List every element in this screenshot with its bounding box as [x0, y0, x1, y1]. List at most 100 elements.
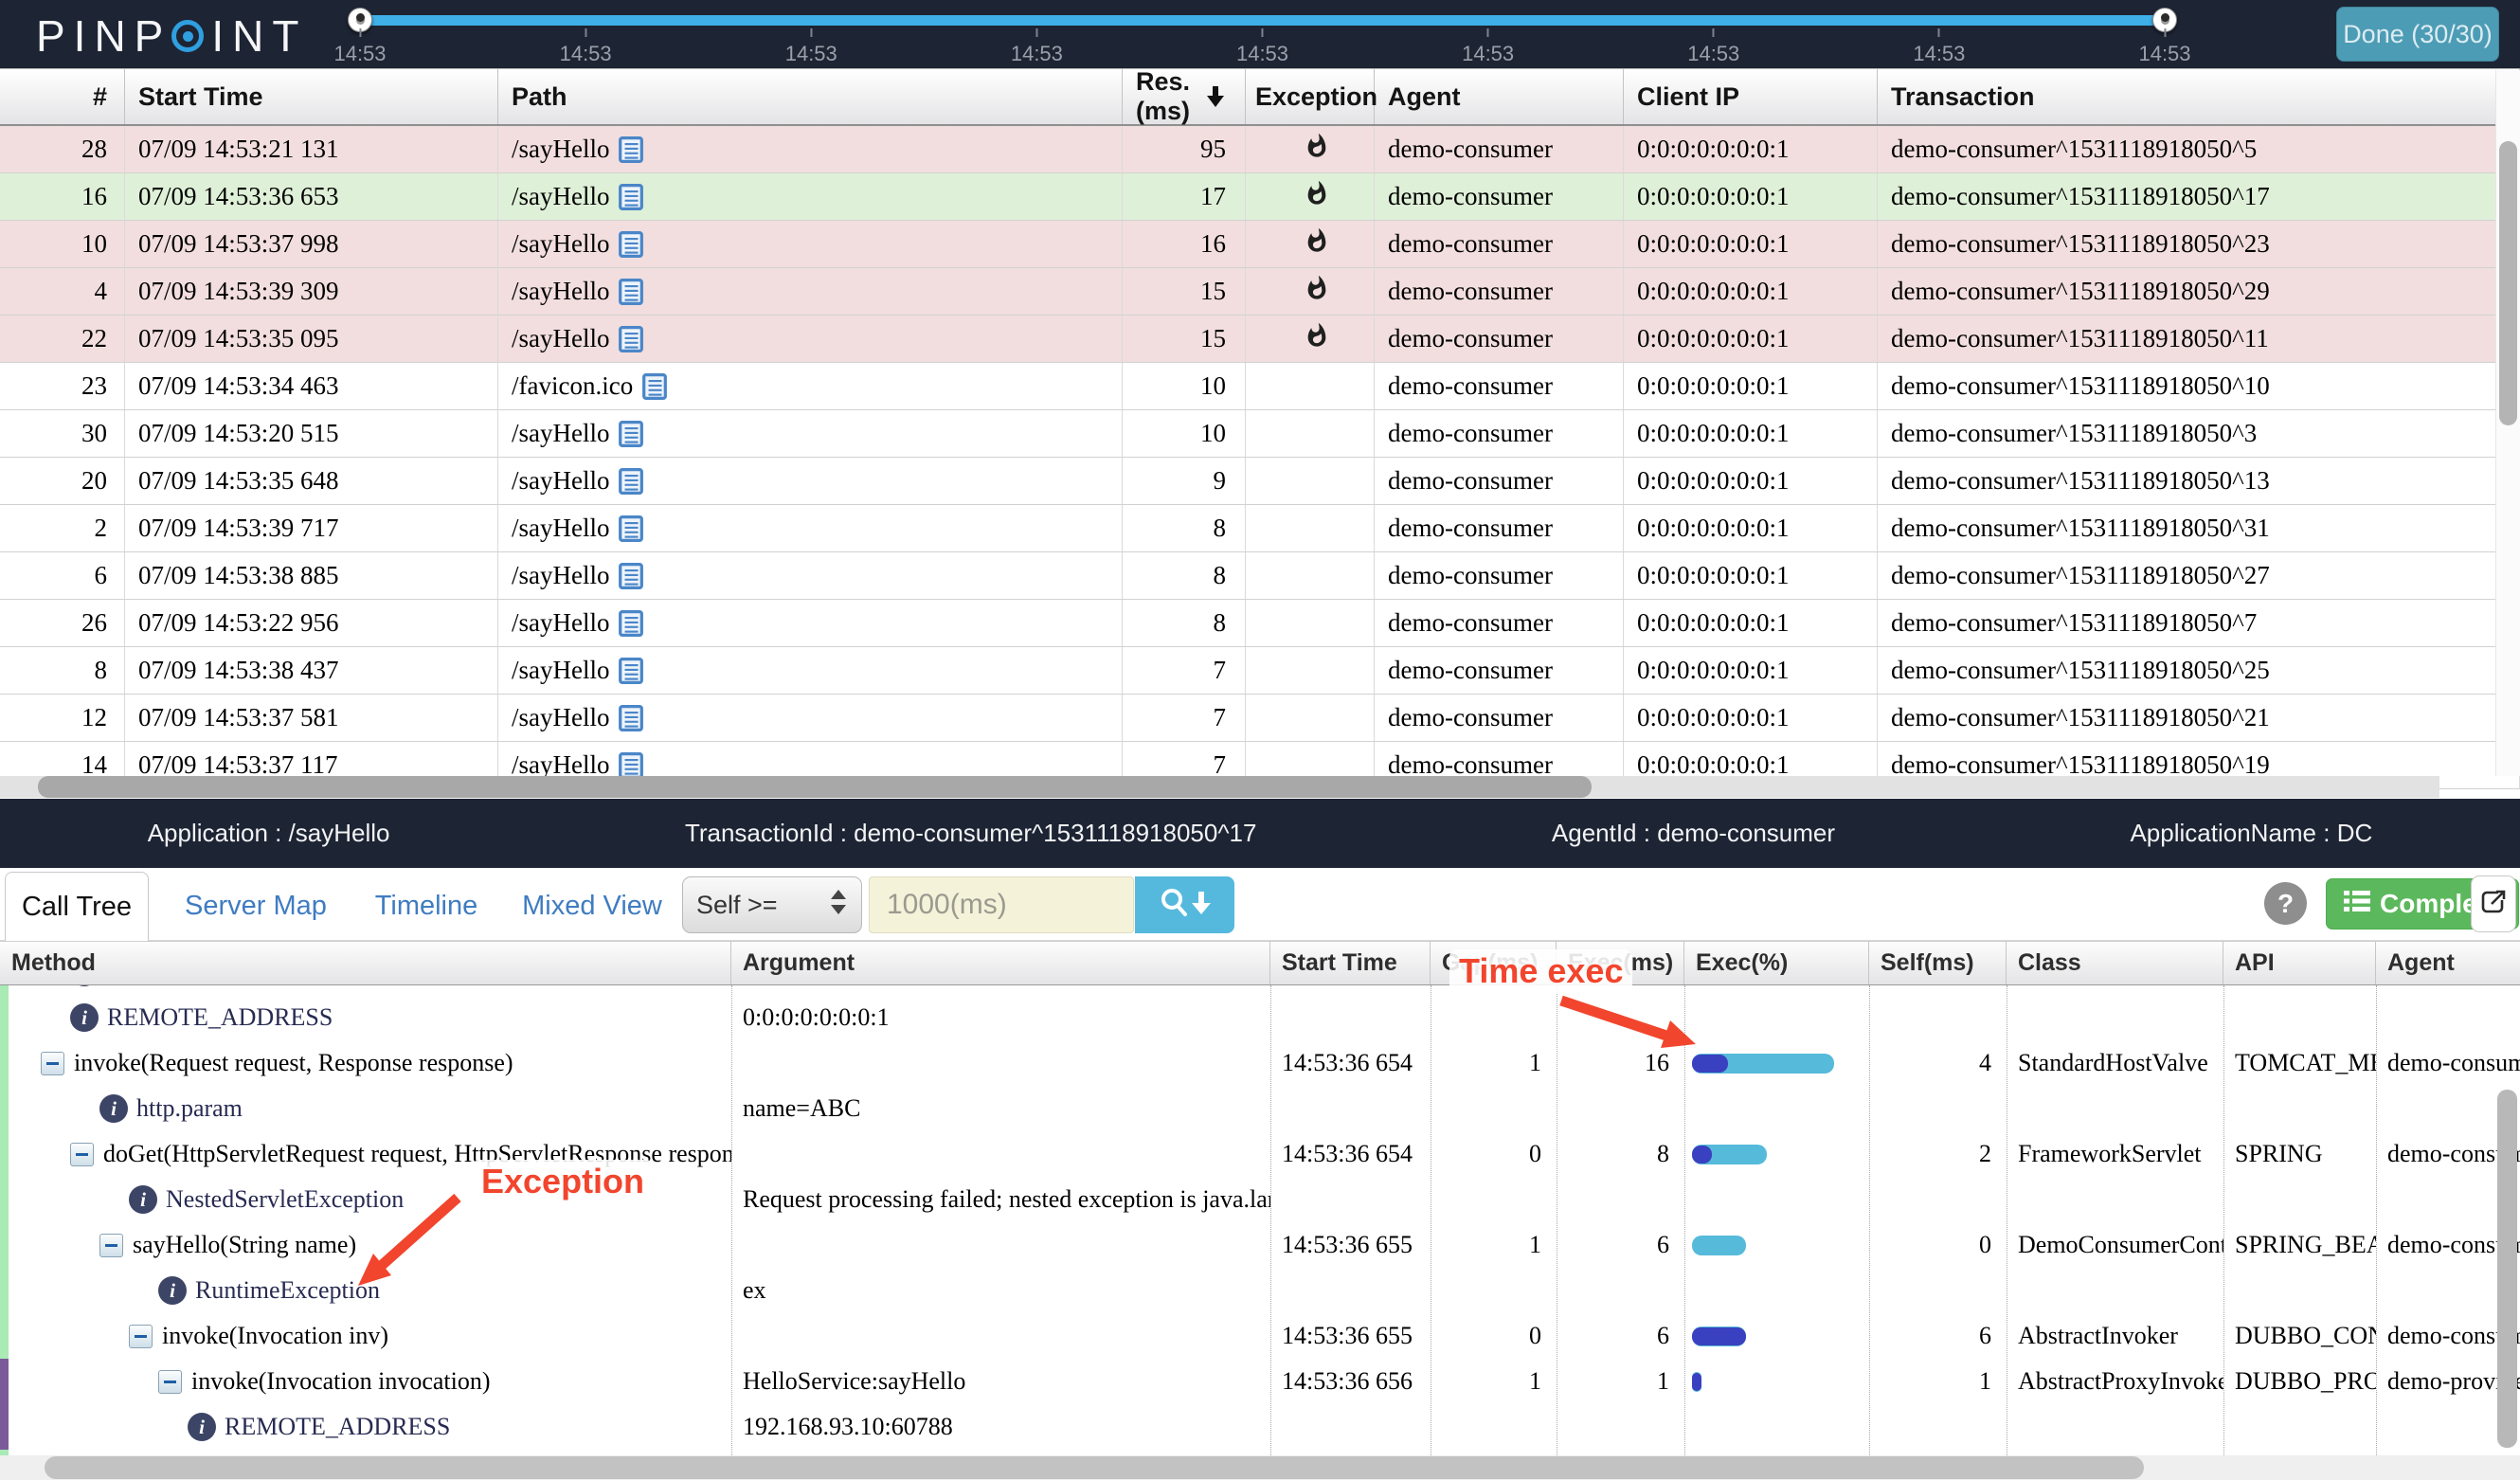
cell-path: /sayHello	[498, 221, 1123, 267]
path-detail-icon[interactable]	[619, 420, 644, 447]
calltree-row[interactable]: invoke(Invocation inv) 14:53:36 655 0 6 6 Abs…	[0, 1313, 2520, 1359]
path-detail-icon[interactable]	[619, 135, 644, 163]
open-in-new-button[interactable]	[2471, 875, 2516, 932]
path-detail-icon[interactable]	[619, 183, 644, 210]
ct-column-exec-pct[interactable]: Exec(%)	[1684, 942, 1869, 984]
ct-column-class[interactable]: Class	[2007, 942, 2223, 984]
table-row[interactable]: 22 07/09 14:53:35 095/sayHello 15 demo-cons…	[0, 316, 2520, 363]
collapse-icon[interactable]	[129, 1324, 153, 1348]
path-detail-icon[interactable]	[619, 751, 644, 779]
collapse-icon[interactable]	[158, 1369, 182, 1394]
cell-exec-ms: 6	[1657, 1322, 1669, 1349]
table-row[interactable]: 10 07/09 14:53:37 998/sayHello 16 demo-cons…	[0, 221, 2520, 268]
done-button[interactable]: Done (30/30)	[2336, 7, 2499, 62]
ct-column-argument[interactable]: Argument	[731, 942, 1270, 984]
calltree-row[interactable]: doGet(HttpServletRequest request, HttpSe…	[0, 1131, 2520, 1177]
table-row[interactable]: 8 07/09 14:53:38 437/sayHello 7 demo-consum…	[0, 647, 2520, 695]
path-detail-icon[interactable]	[619, 230, 644, 258]
help-icon[interactable]: ?	[2264, 882, 2307, 925]
calltree-row[interactable]: i REMOTE_ADDRESS 0:0:0:0:0:0:0:1	[0, 995, 2520, 1040]
tab-server-map[interactable]: Server Map	[175, 872, 336, 941]
calltree-row[interactable]: sayHello(String name) 14:53:36 655 1 6 0 Demo…	[0, 1222, 2520, 1268]
transaction-vertical-scrollbar[interactable]	[2495, 70, 2520, 776]
cell-agent: demo-consumer	[1375, 126, 1624, 172]
path-detail-icon[interactable]	[619, 657, 644, 684]
calltree-row[interactable]: i http.status.code 200	[0, 985, 2520, 995]
calltree-row[interactable]: invoke(Request request, Response respons…	[0, 1040, 2520, 1086]
calltree-vertical-scrollbar[interactable]	[2497, 1090, 2517, 1448]
transaction-horizontal-scrollbar[interactable]	[0, 776, 2439, 798]
timeline-slider[interactable]	[348, 8, 2177, 32]
path-detail-icon[interactable]	[619, 325, 644, 352]
path-detail-icon[interactable]	[619, 609, 644, 637]
table-row[interactable]: 30 07/09 14:53:20 515/sayHello 10 demo-cons…	[0, 410, 2520, 458]
scrollbar-thumb[interactable]	[38, 776, 1592, 798]
cell-num: 22	[0, 316, 125, 362]
scrollbar-thumb[interactable]	[2499, 141, 2517, 425]
calltree-row[interactable]: i NestedServletException Request processin…	[0, 1177, 2520, 1222]
path-detail-icon[interactable]	[642, 372, 668, 400]
calltree-row[interactable]: invoke(Invocation invocation) HelloServic…	[0, 1359, 2520, 1404]
collapse-icon[interactable]	[41, 1051, 64, 1075]
ct-column-method[interactable]: Method	[0, 942, 731, 984]
path-label: /sayHello	[512, 514, 610, 542]
tab-mixed-view[interactable]: Mixed View	[516, 872, 668, 941]
filter-search-button[interactable]	[1135, 876, 1234, 933]
calltree-row[interactable]: i http.param name=ABC	[0, 1086, 2520, 1131]
table-row[interactable]: 2 07/09 14:53:39 717/sayHello 8 demo-consum…	[0, 505, 2520, 552]
cell-client-ip: 0:0:0:0:0:0:0:1	[1624, 268, 1878, 315]
cell-client-ip: 0:0:0:0:0:0:0:1	[1624, 316, 1878, 362]
calltree-row[interactable]: i REMOTE_ADDRESS 192.168.93.10:60788	[0, 1404, 2520, 1450]
collapse-icon[interactable]	[70, 1142, 94, 1166]
calltree-row[interactable]: i RuntimeException ex	[0, 1268, 2520, 1313]
column-header-agent[interactable]: Agent	[1375, 69, 1624, 124]
column-header-exception[interactable]: Exception	[1246, 69, 1377, 124]
table-row[interactable]: 23 07/09 14:53:34 463/favicon.ico 10 demo-c…	[0, 363, 2520, 410]
filter-ms-input[interactable]	[869, 876, 1134, 933]
table-row[interactable]: 28 07/09 14:53:21 131/sayHello 95 demo-cons…	[0, 126, 2520, 173]
cell-transaction: demo-consumer^1531118918050^17	[1878, 173, 2520, 220]
table-row[interactable]: 4 07/09 14:53:39 309/sayHello 15 demo-consu…	[0, 268, 2520, 316]
method-label: sayHello(String name)	[133, 1231, 357, 1258]
table-row[interactable]: 6 07/09 14:53:38 885/sayHello 8 demo-consum…	[0, 552, 2520, 600]
collapse-icon[interactable]	[99, 1233, 123, 1257]
cell-exec-ms	[1557, 1086, 1684, 1131]
cell-exec-ms	[1557, 995, 1684, 1040]
cell-num: 6	[0, 552, 125, 599]
ct-column-api[interactable]: API	[2223, 942, 2376, 984]
path-detail-icon[interactable]	[619, 467, 644, 495]
filter-type-select[interactable]: Self >=	[682, 876, 862, 933]
cell-start-time: 07/09 14:53:37 998	[125, 221, 498, 267]
cell-client-ip: 0:0:0:0:0:0:0:1	[1624, 505, 1878, 551]
scrollbar-thumb[interactable]	[45, 1456, 2144, 1479]
column-header-client-ip[interactable]: Client IP	[1624, 69, 1878, 124]
ct-column-self[interactable]: Self(ms)	[1869, 942, 2007, 984]
ct-column-gap[interactable]: Gap(ms)	[1431, 942, 1557, 984]
cell-start-time: 07/09 14:53:35 095	[125, 316, 498, 362]
path-detail-icon[interactable]	[619, 562, 644, 589]
timeline-tick: 14:53	[1236, 28, 1288, 66]
column-header-transaction[interactable]: Transaction	[1878, 69, 2520, 124]
path-detail-icon[interactable]	[619, 278, 644, 305]
path-detail-icon[interactable]	[619, 704, 644, 731]
path-detail-icon[interactable]	[619, 514, 644, 542]
column-header-start-time[interactable]: Start Time	[125, 69, 498, 124]
column-header-res-ms[interactable]: Res. (ms)	[1123, 69, 1246, 125]
cell-argument	[731, 1040, 1270, 1086]
logo-text-left: PINP	[36, 11, 172, 61]
tab-call-tree[interactable]: Call Tree	[5, 872, 149, 941]
ct-column-agent[interactable]: Agent	[2376, 942, 2520, 984]
column-header-path[interactable]: Path	[498, 69, 1123, 124]
table-row[interactable]: 20 07/09 14:53:35 648/sayHello 9 demo-consu…	[0, 458, 2520, 505]
column-header-num[interactable]: #	[0, 69, 125, 124]
ct-column-start-time[interactable]: Start Time	[1270, 942, 1431, 984]
table-row[interactable]: 16 07/09 14:53:36 653/sayHello 17 demo-cons…	[0, 173, 2520, 221]
column-separator	[2376, 985, 2377, 1455]
table-row[interactable]: 26 07/09 14:53:22 956/sayHello 8 demo-consu…	[0, 600, 2520, 647]
ct-column-exec[interactable]: Exec(ms)	[1557, 942, 1684, 984]
cell-exec-ms	[1557, 1268, 1684, 1313]
calltree-horizontal-scrollbar[interactable]	[0, 1455, 2520, 1480]
tab-timeline[interactable]: Timeline	[365, 872, 488, 941]
cell-gap-ms	[1431, 1404, 1557, 1450]
table-row[interactable]: 12 07/09 14:53:37 581/sayHello 7 demo-consu…	[0, 695, 2520, 742]
